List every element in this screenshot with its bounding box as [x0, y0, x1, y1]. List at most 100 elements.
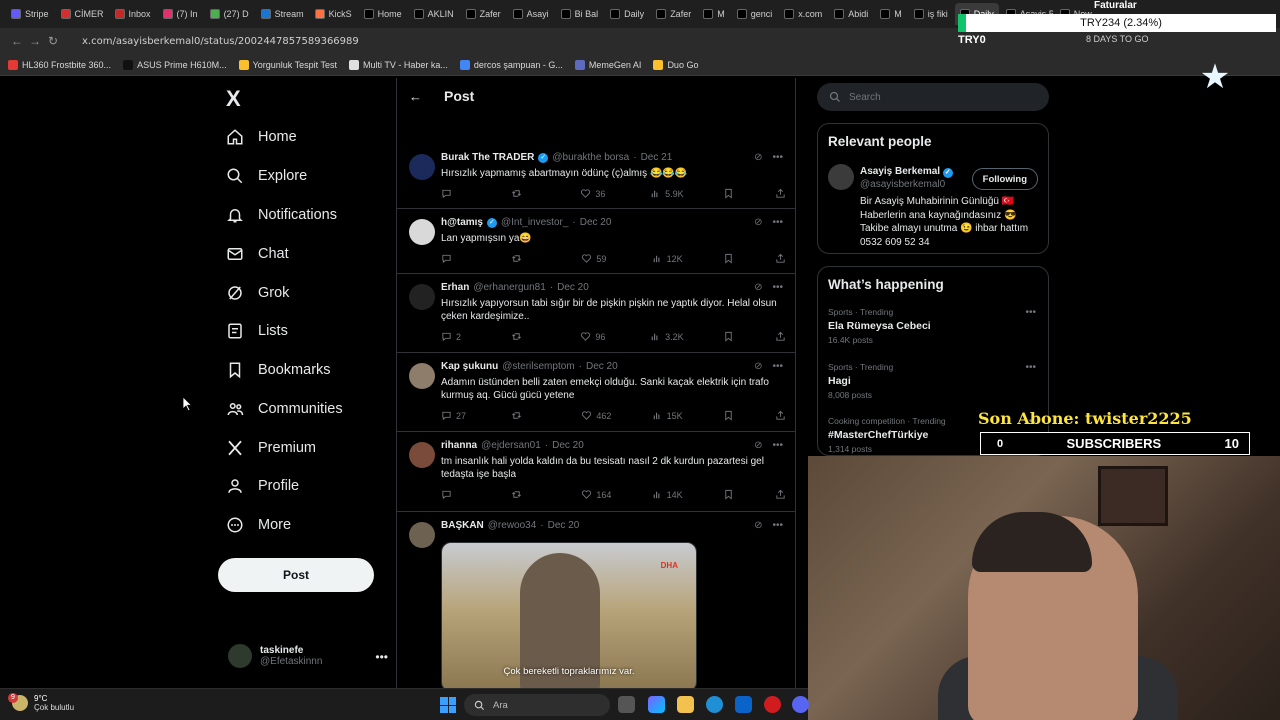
back-icon[interactable]: ←: [8, 34, 26, 48]
browser-tab[interactable]: Inbox: [110, 3, 156, 25]
author-handle[interactable]: @Int_investor_: [501, 217, 568, 228]
author-handle[interactable]: @erhanergun81: [473, 282, 545, 293]
bookmark-button[interactable]: [723, 331, 735, 342]
retweet-button[interactable]: [511, 253, 541, 264]
windows-start-icon[interactable]: [440, 697, 456, 713]
browser-tab[interactable]: Home: [359, 3, 407, 25]
search-input[interactable]: Search: [817, 83, 1049, 111]
opera-icon[interactable]: [764, 696, 781, 713]
author-name[interactable]: Kap şukunu: [441, 361, 498, 372]
browser-tab[interactable]: Abidi: [829, 3, 873, 25]
author-handle[interactable]: @sterilsemptom: [502, 361, 574, 372]
tweet[interactable]: h@tamış ✓ @Int_investor_ · Dec 20 ⊘ ••• Lan yap…: [397, 209, 795, 274]
author-name[interactable]: h@tamış: [441, 217, 483, 228]
more-dots-icon[interactable]: •••: [772, 152, 783, 163]
nav-item-notifications[interactable]: Notifications: [226, 206, 337, 224]
nav-item-communities[interactable]: Communities: [226, 400, 343, 418]
trend-item[interactable]: Sports · Trending Ela Rümeysa Cebeci 16.4K…: [828, 307, 1040, 345]
trend-item[interactable]: Sports · Trending Hagi 8,008 posts •••: [828, 362, 1040, 400]
nav-item-bookmarks[interactable]: Bookmarks: [226, 361, 331, 379]
tweet[interactable]: Kap şukunu @sterilsemptom · Dec 20 ⊘ ••• Adamı…: [397, 353, 795, 432]
browser-tab[interactable]: Daily: [605, 3, 649, 25]
browser-tab[interactable]: (27) D: [205, 3, 254, 25]
nav-item-profile[interactable]: Profile: [226, 477, 299, 495]
avatar[interactable]: [409, 219, 435, 245]
retweet-button[interactable]: [511, 188, 541, 199]
bookmark-button[interactable]: [723, 489, 735, 500]
more-dots-icon[interactable]: •••: [772, 440, 783, 451]
share-button[interactable]: [775, 331, 787, 342]
tweet[interactable]: rihanna @ejdersan01 · Dec 20 ⊘ ••• tm insanlık…: [397, 432, 795, 512]
tweet-date[interactable]: Dec 21: [641, 152, 673, 163]
retweet-button[interactable]: [511, 410, 541, 421]
retweet-button[interactable]: [511, 331, 541, 342]
views-button[interactable]: 3.2K: [650, 331, 684, 342]
grok-icon[interactable]: ⊘: [754, 282, 762, 293]
share-button[interactable]: [775, 410, 787, 421]
more-dots-icon[interactable]: •••: [772, 217, 783, 228]
share-button[interactable]: [775, 253, 787, 264]
more-dots-icon[interactable]: •••: [375, 650, 388, 664]
bookmark-item[interactable]: ASUS Prime H610M...: [123, 59, 227, 70]
more-dots-icon[interactable]: •••: [772, 520, 783, 531]
browser-tab[interactable]: x.com: [779, 3, 827, 25]
bookmark-button[interactable]: [723, 253, 735, 264]
browser-tab[interactable]: Zafer: [651, 3, 696, 25]
browser-tab[interactable]: CİMER: [56, 3, 108, 25]
views-button[interactable]: 15K: [652, 410, 683, 421]
share-button[interactable]: [775, 188, 787, 199]
avatar[interactable]: [409, 442, 435, 468]
browser-tab[interactable]: (7) In: [158, 3, 203, 25]
more-dots-icon[interactable]: •••: [1025, 307, 1036, 318]
browser-tab[interactable]: iş fiki: [909, 3, 953, 25]
browser-tab[interactable]: M: [875, 3, 907, 25]
more-dots-icon[interactable]: •••: [772, 361, 783, 372]
nav-item-lists[interactable]: Lists: [226, 322, 288, 340]
browser-tab[interactable]: AKLIN: [409, 3, 459, 25]
author-handle[interactable]: @burakthe borsa: [552, 152, 629, 163]
author-handle[interactable]: @ejdersan01: [481, 440, 541, 451]
tweet-date[interactable]: Dec 20: [552, 440, 584, 451]
days-to-go-extension[interactable]: 8 DAYS TO GO: [1086, 34, 1149, 44]
bookmark-item[interactable]: Yorgunluk Tespit Test: [238, 59, 337, 70]
avatar[interactable]: [409, 522, 435, 548]
like-button[interactable]: 462: [581, 410, 611, 421]
bookmark-item[interactable]: dercos şampuan - G...: [459, 59, 563, 70]
grok-icon[interactable]: ⊘: [754, 217, 762, 228]
grok-icon[interactable]: ⊘: [754, 152, 762, 163]
retweet-button[interactable]: [511, 489, 541, 500]
task-view-icon[interactable]: [618, 696, 635, 713]
url-field[interactable]: x.com/asayisberkemal0/status/20024478575…: [82, 36, 359, 47]
grok-icon[interactable]: ⊘: [754, 520, 762, 531]
views-button[interactable]: 12K: [652, 253, 683, 264]
account-switcher[interactable]: taskinefe @Efetaskinnn •••: [228, 644, 388, 668]
avatar[interactable]: [409, 154, 435, 180]
author-handle[interactable]: @rewoo34: [488, 520, 537, 531]
like-button[interactable]: 59: [581, 253, 611, 264]
reply-button[interactable]: [441, 489, 471, 500]
grok-icon[interactable]: ⊘: [754, 361, 762, 372]
avatar[interactable]: [828, 164, 854, 190]
nav-item-grok[interactable]: Grok: [226, 284, 289, 302]
browser-tab[interactable]: Stripe: [6, 3, 54, 25]
nav-item-chat[interactable]: Chat: [226, 245, 289, 263]
author-name[interactable]: rihanna: [441, 440, 477, 451]
copilot-icon[interactable]: [648, 696, 665, 713]
bookmark-item[interactable]: HL360 Frostbite 360...: [8, 59, 111, 70]
browser-tab[interactable]: Zafer: [461, 3, 506, 25]
tweet-date[interactable]: Dec 20: [548, 520, 580, 531]
share-button[interactable]: [775, 489, 787, 500]
post-button[interactable]: Post: [218, 558, 374, 592]
more-dots-icon[interactable]: •••: [1025, 362, 1036, 373]
weather-widget[interactable]: 9 9°C Çok bulutlu: [8, 693, 74, 712]
taskbar-search[interactable]: Ara: [464, 694, 610, 716]
bookmark-button[interactable]: [723, 410, 735, 421]
more-dots-icon[interactable]: •••: [772, 282, 783, 293]
nav-item-more[interactable]: More: [226, 516, 291, 534]
nav-item-premium[interactable]: Premium: [226, 439, 316, 457]
avatar[interactable]: [409, 284, 435, 310]
browser-tab[interactable]: M: [698, 3, 730, 25]
browser-tab[interactable]: genci: [732, 3, 778, 25]
views-button[interactable]: 5.9K: [650, 188, 684, 199]
person-name[interactable]: Asayiş Berkemal ✓: [860, 166, 953, 178]
